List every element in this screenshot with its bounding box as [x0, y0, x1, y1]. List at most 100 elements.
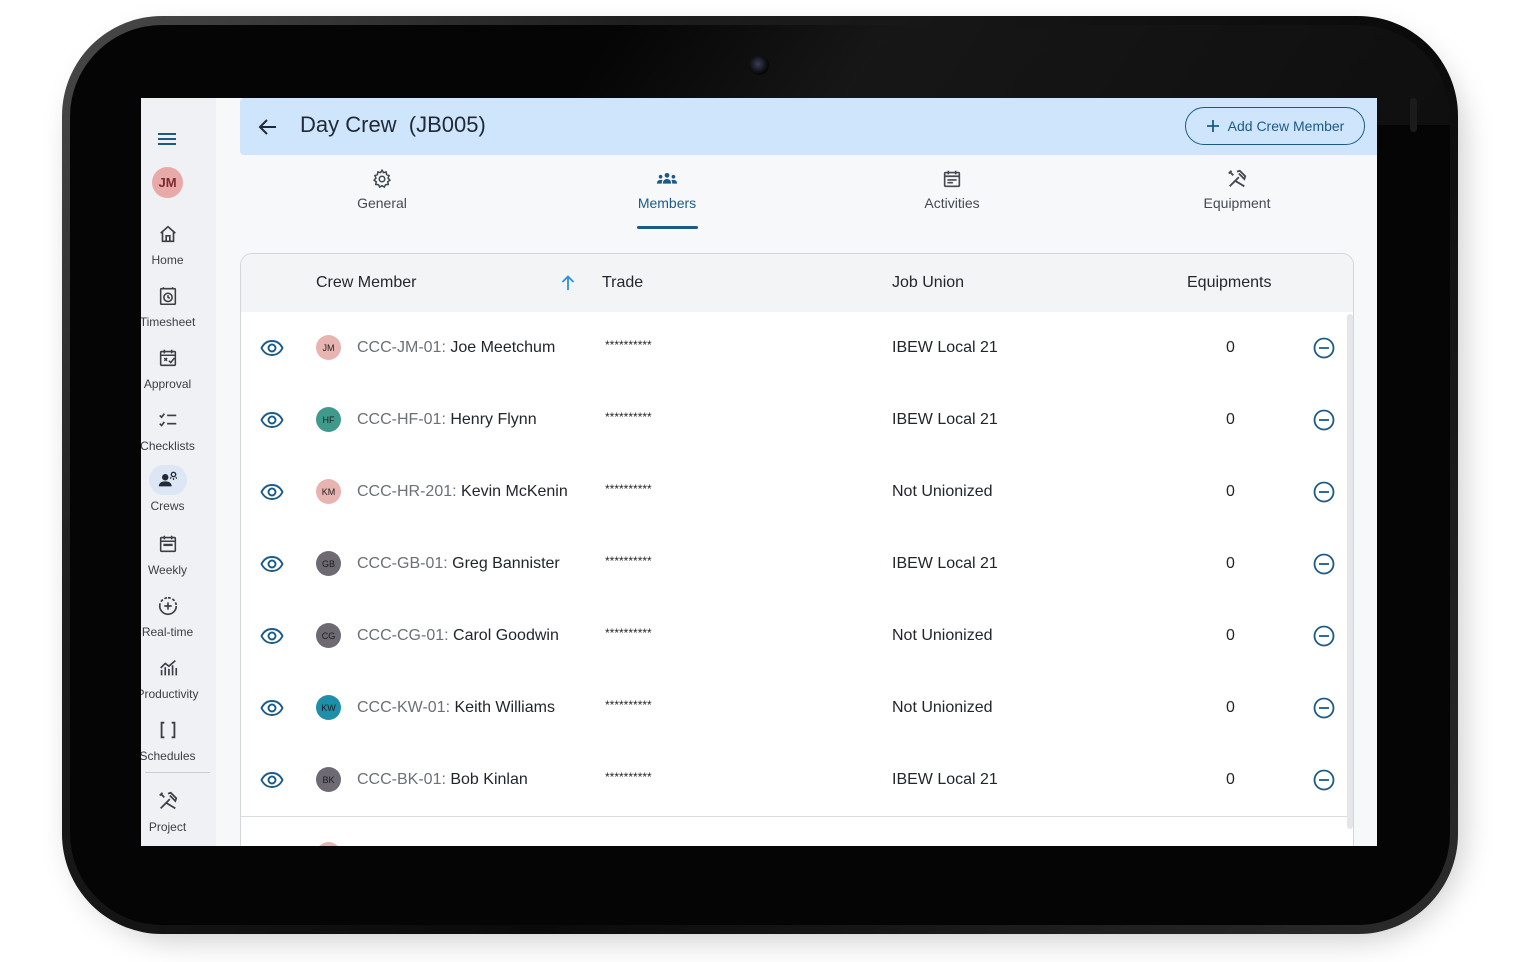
tab-label: Activities: [924, 195, 980, 211]
trade-cell: **********: [605, 698, 652, 712]
tab-members[interactable]: Members: [597, 168, 737, 228]
tab-label: Equipment: [1203, 195, 1271, 211]
sidebar-item-label: Crews: [150, 499, 185, 513]
column-header-equipments[interactable]: Equipments: [1187, 274, 1272, 292]
member-avatar: KW: [316, 695, 341, 720]
crew-member-cell: CCC-KW-01: Keith Williams: [357, 699, 555, 717]
sidebar-item-label: Productivity: [141, 687, 199, 701]
sidebar-item-label: Real-time: [141, 625, 194, 639]
chart-icon: [160, 660, 178, 676]
sidebar-item-productivity[interactable]: Productivity: [141, 653, 199, 711]
calendar-week-icon: [159, 535, 177, 553]
sidebar-item-schedules[interactable]: Schedules: [141, 715, 196, 773]
trade-cell: **********: [605, 482, 652, 496]
sidebar-item-timesheet[interactable]: Timesheet: [141, 281, 195, 339]
add-crew-member-button[interactable]: Add Crew Member: [1185, 107, 1365, 145]
member-code: CCC-GB-01:: [357, 555, 448, 572]
tools-icon: [1228, 169, 1247, 188]
column-header-trade[interactable]: Trade: [602, 274, 643, 292]
sidebar-item-home[interactable]: Home: [141, 219, 194, 277]
table-row-partial: [241, 816, 1353, 846]
member-code: CCC-CG-01:: [357, 627, 449, 644]
member-name: Keith Williams: [454, 699, 555, 716]
camera-icon: [749, 55, 769, 75]
eye-view-icon[interactable]: [260, 768, 284, 792]
job-union-cell: IBEW Local 21: [892, 411, 998, 428]
tablet-side-button: [1410, 98, 1417, 132]
back-arrow-icon[interactable]: [257, 116, 279, 138]
tab-activities[interactable]: Activities: [882, 168, 1022, 228]
table-row: GB CCC-GB-01: Greg Bannister ********** …: [241, 528, 1353, 601]
sidebar-item-label: Weekly: [147, 563, 188, 577]
remove-member-icon[interactable]: [1312, 552, 1336, 576]
member-avatar: GB: [316, 551, 341, 576]
crew-member-cell: CCC-JM-01: Joe Meetchum: [357, 339, 555, 357]
job-union-cell: Not Unionized: [892, 699, 993, 716]
sidebar-item-label: Approval: [143, 377, 192, 391]
member-avatar: JM: [316, 335, 341, 360]
remove-member-icon[interactable]: [1312, 624, 1336, 648]
member-avatar: HF: [316, 407, 341, 432]
sort-ascending-arrow-icon[interactable]: [559, 274, 577, 292]
trade-cell: **********: [605, 554, 652, 568]
sidebar-item-weekly[interactable]: Weekly: [141, 529, 194, 587]
equipments-cell: 0: [1226, 339, 1235, 356]
eye-view-icon[interactable]: [260, 480, 284, 504]
member-name: Henry Flynn: [450, 411, 537, 428]
sidebar-item-project[interactable]: Project: [141, 786, 194, 844]
tab-equipment[interactable]: Equipment: [1167, 168, 1307, 228]
job-union-cell: Not Unionized: [892, 627, 993, 644]
eye-view-icon[interactable]: [260, 552, 284, 576]
tab-general[interactable]: General: [312, 168, 452, 228]
sidebar-item-label: Project: [148, 820, 187, 834]
timer-icon: [159, 287, 177, 306]
sidebar-item-checklists[interactable]: Checklists: [141, 405, 195, 463]
job-union-cell: Not Unionized: [892, 483, 993, 500]
trade-cell: **********: [605, 770, 652, 784]
sidebar-item-crews[interactable]: Crews: [141, 465, 194, 523]
equipments-cell: 0: [1226, 771, 1235, 788]
remove-member-icon[interactable]: [1312, 696, 1336, 720]
sidebar-item-label: Timesheet: [141, 315, 196, 329]
member-code: CCC-KW-01:: [357, 699, 451, 716]
home-icon: [160, 225, 176, 243]
sidebar-item-realtime[interactable]: Real-time: [141, 591, 194, 649]
remove-member-icon[interactable]: [1312, 408, 1336, 432]
user-avatar[interactable]: JM: [152, 167, 183, 198]
job-union-cell: IBEW Local 21: [892, 339, 998, 356]
crew-member-cell: CCC-CG-01: Carol Goodwin: [357, 627, 559, 645]
column-header-job-union[interactable]: Job Union: [892, 274, 964, 292]
remove-member-icon[interactable]: [1312, 336, 1336, 360]
eye-view-icon[interactable]: [260, 408, 284, 432]
column-header-crew-member[interactable]: Crew Member: [316, 274, 416, 292]
sidebar-item-label: Schedules: [141, 749, 196, 763]
remove-member-icon[interactable]: [1312, 768, 1336, 792]
realtime-icon: [158, 596, 178, 615]
sidebar-divider: [145, 772, 210, 773]
tab-label: General: [357, 195, 407, 211]
remove-member-icon[interactable]: [1312, 480, 1336, 504]
member-code: CCC-HF-01:: [357, 411, 446, 428]
eye-view-icon[interactable]: [260, 336, 284, 360]
crews-icon: [158, 471, 178, 487]
sidebar-item-approval[interactable]: Approval: [141, 343, 194, 401]
sidebar: JM Home Timesheet Approval Checklists Cr…: [141, 98, 216, 846]
crew-member-cell: CCC-GB-01: Greg Bannister: [357, 555, 560, 573]
brackets-icon: [160, 721, 176, 739]
page-header: Day Crew (JB005) Add Crew Member: [240, 98, 1377, 155]
eye-view-icon[interactable]: [260, 696, 284, 720]
member-name: Greg Bannister: [452, 555, 560, 572]
eye-view-icon[interactable]: [260, 624, 284, 648]
equipments-cell: 0: [1226, 555, 1235, 572]
gear-icon: [372, 168, 392, 189]
equipments-cell: 0: [1226, 627, 1235, 644]
table-scrollbar[interactable]: [1347, 314, 1353, 829]
member-code: CCC-HR-201:: [357, 483, 457, 500]
sidebar-item-label: Home: [151, 253, 184, 267]
tab-label: Members: [637, 195, 697, 211]
table-header: Crew Member Trade Job Union Equipments: [241, 254, 1353, 313]
hamburger-menu-icon[interactable]: [157, 129, 177, 149]
member-avatar: KM: [316, 479, 341, 504]
checklist-icon: [159, 413, 177, 427]
crew-member-cell: CCC-HR-201: Kevin McKenin: [357, 483, 568, 501]
